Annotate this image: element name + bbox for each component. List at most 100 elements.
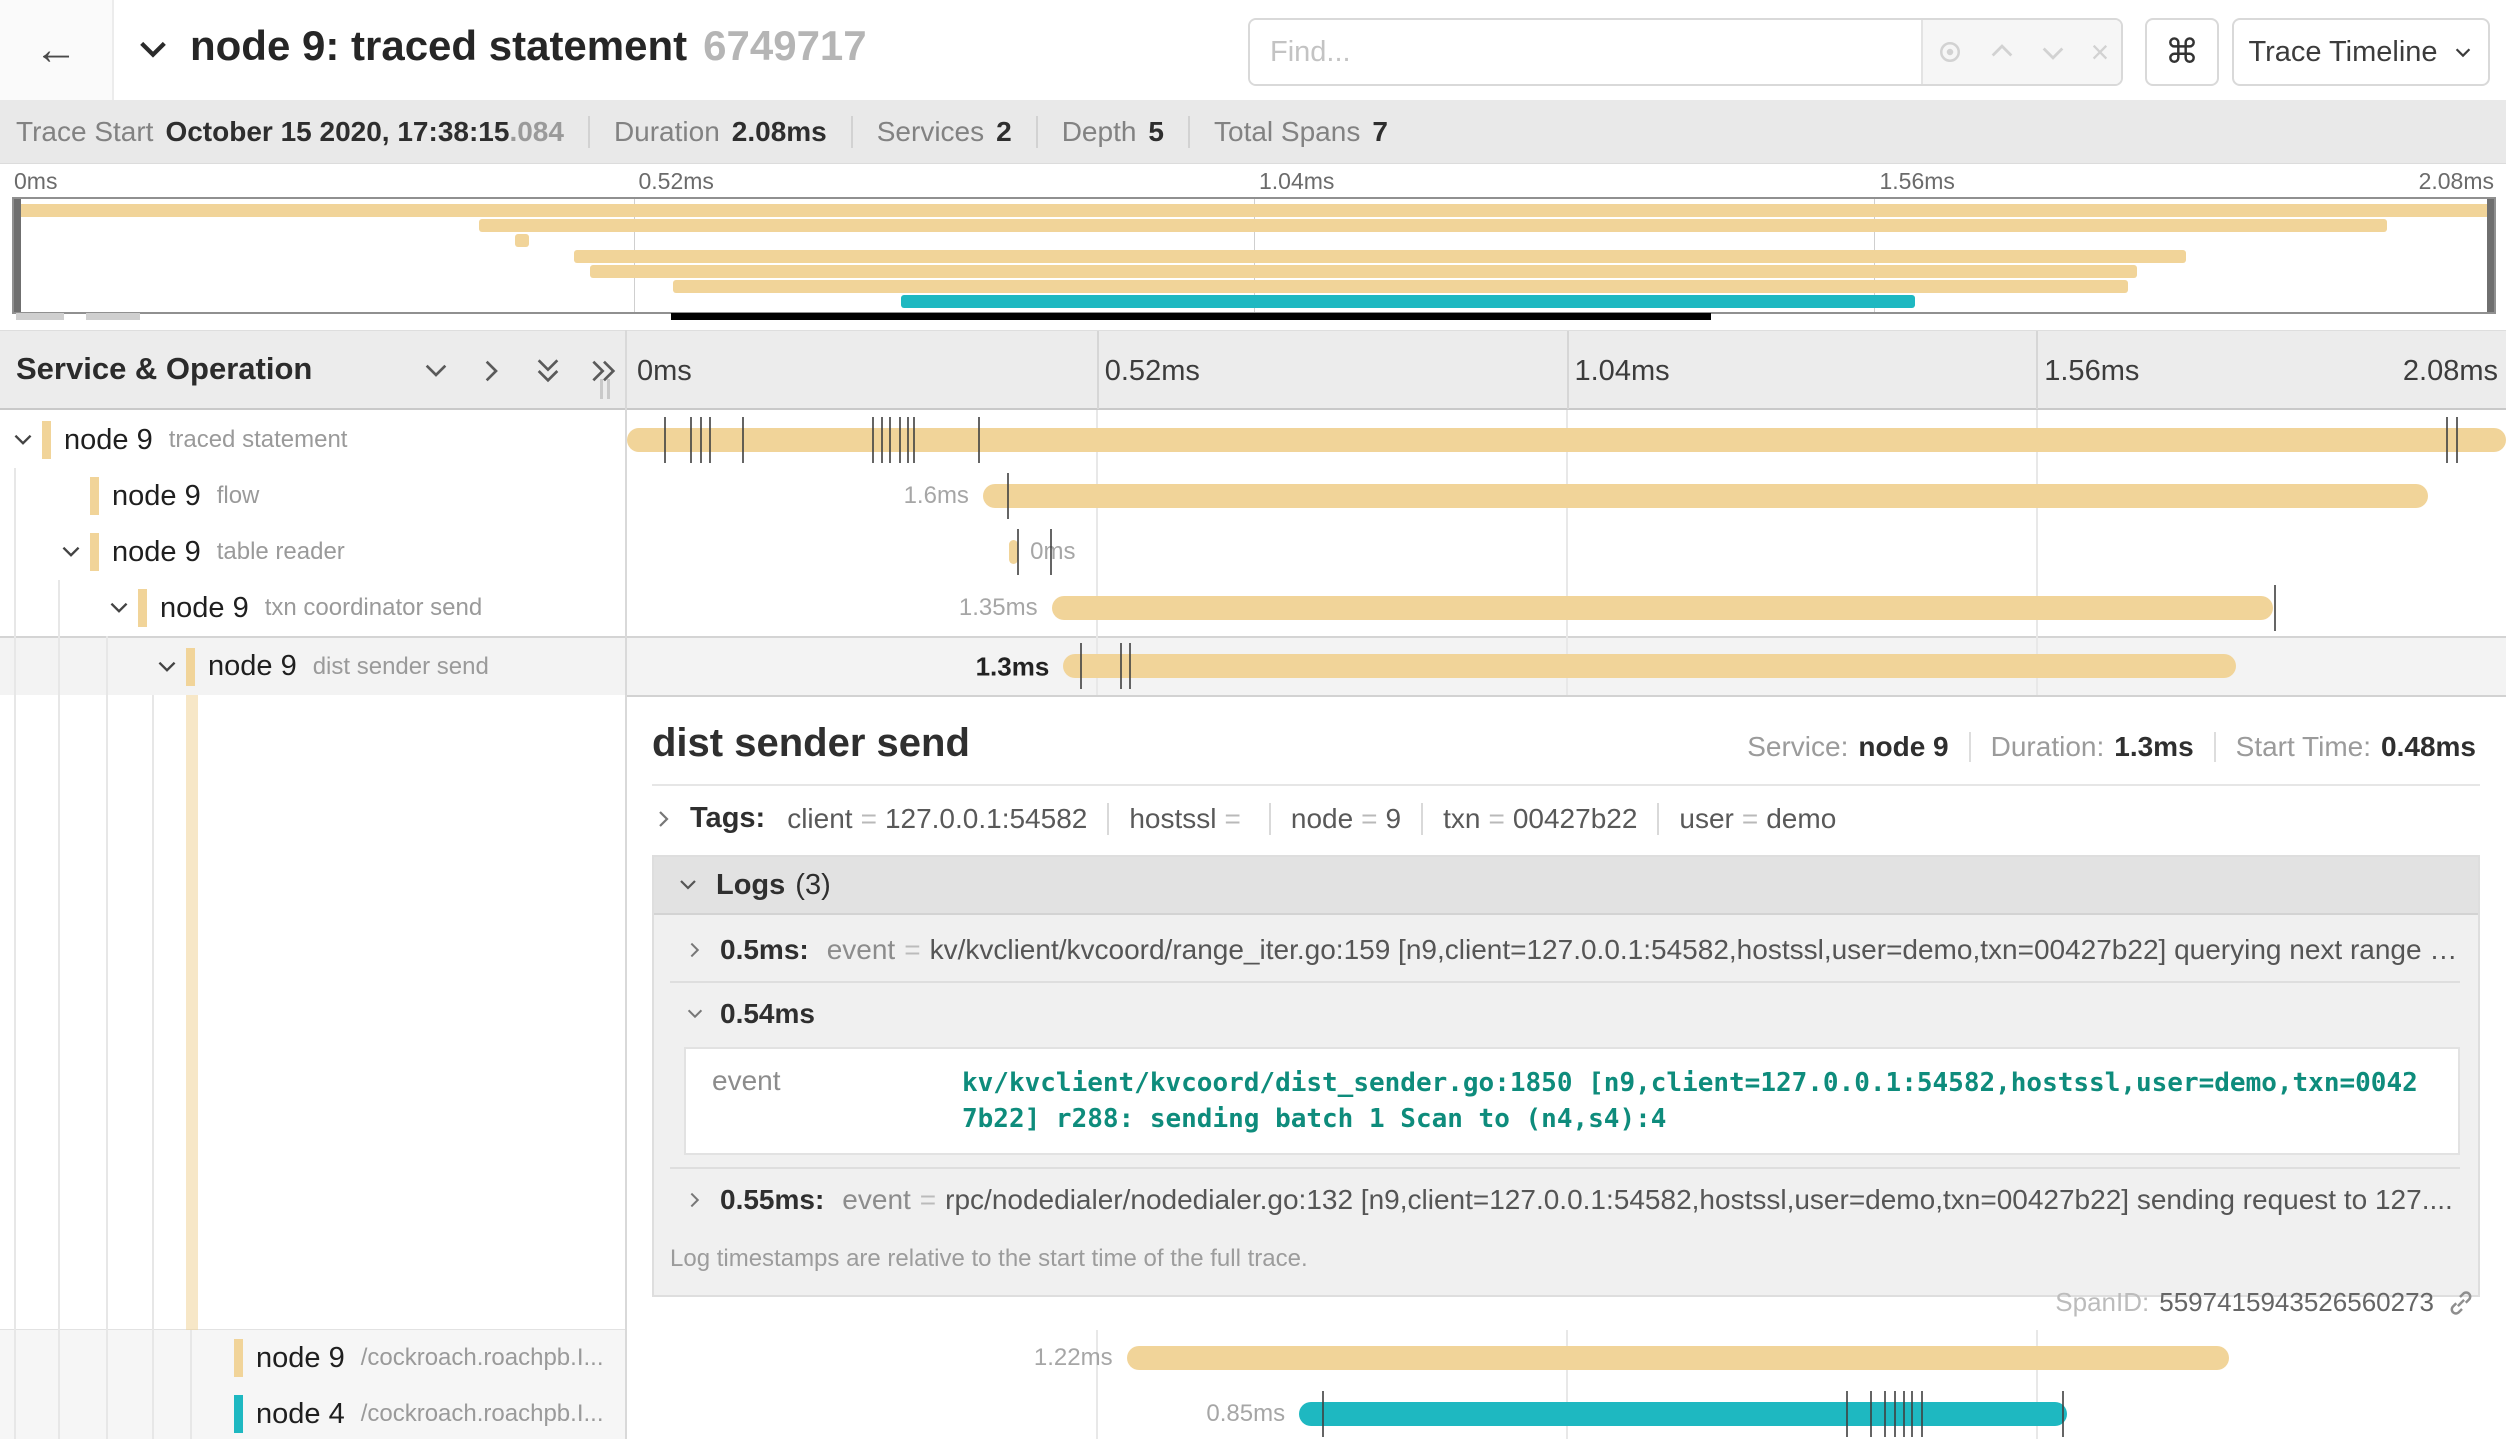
timeline-tick: 0ms <box>637 355 692 388</box>
chevron-down-icon[interactable] <box>154 654 180 680</box>
find-prev-icon[interactable] <box>1988 38 2016 66</box>
span-row-node9-rpc[interactable]: node 9 /cockroach.roachpb.I... 1.22ms <box>0 1330 2506 1386</box>
span-timeline[interactable]: 0ms <box>627 524 2506 580</box>
span-row-traced-statement[interactable]: node 9 traced statement <box>0 412 2506 468</box>
span-timeline[interactable]: 1.6ms <box>627 468 2506 524</box>
minimap-canvas[interactable] <box>12 197 2496 314</box>
span-timeline[interactable]: 1.35ms <box>627 580 2506 636</box>
indent-guide <box>106 636 108 1439</box>
minimap-scrollbar-thumb[interactable] <box>671 313 1711 320</box>
chevron-down-icon[interactable] <box>106 595 132 621</box>
log-marker <box>1017 529 1019 575</box>
back-button[interactable]: ← <box>0 0 114 100</box>
collapse-all-icon[interactable] <box>532 355 564 387</box>
trace-collapse-toggle[interactable] <box>136 32 170 66</box>
target-icon[interactable] <box>1935 37 1965 67</box>
span-timeline[interactable]: 0.85ms <box>627 1386 2506 1439</box>
divider <box>1657 803 1659 835</box>
link-icon[interactable] <box>2446 1288 2476 1318</box>
column-divider[interactable] <box>625 330 627 1439</box>
span-row-flow[interactable]: node 9 flow 1.6ms <box>0 468 2506 524</box>
log-marker <box>913 417 915 463</box>
span-timeline[interactable]: 1.22ms <box>627 1330 2506 1386</box>
log-value: kv/kvclient/kvcoord/dist_sender.go:1850 … <box>962 1065 2432 1137</box>
back-arrow-icon: ← <box>34 25 78 75</box>
log-marker <box>2446 417 2448 463</box>
logs-footnote: Log timestamps are relative to the start… <box>670 1245 2478 1273</box>
column-resize-handle[interactable] <box>600 379 610 399</box>
minimap-right-handle[interactable] <box>2487 199 2494 312</box>
operation-name: txn coordinator send <box>265 594 482 622</box>
chevron-down-icon[interactable] <box>58 539 84 565</box>
log-marker <box>978 417 980 463</box>
log-value: rpc/nodedialer/nodedialer.go:132 [n9,cli… <box>945 1184 2453 1216</box>
span-color-bar <box>186 648 195 686</box>
tag-user: user=demo <box>1679 803 1836 835</box>
equals-sign: = <box>920 1184 936 1216</box>
log-marker <box>2274 585 2276 631</box>
log-marker <box>1870 1391 1872 1437</box>
minimap-scroll-dash <box>86 313 140 320</box>
span-duration-label: 1.22ms <box>1034 1344 1113 1372</box>
span-timeline[interactable] <box>627 412 2506 468</box>
find-next-icon[interactable] <box>2039 38 2067 66</box>
divider <box>1107 803 1109 835</box>
span-bar[interactable] <box>1299 1402 2067 1426</box>
service-name: node 9 <box>112 480 201 513</box>
span-rows: node 9 traced statement node 9 flow 1.6m… <box>0 412 2506 695</box>
timeline-tick: 0.52ms <box>1105 355 1200 388</box>
log-marker <box>664 417 666 463</box>
find-bar: × <box>1248 18 2123 86</box>
span-bar[interactable] <box>1063 654 2236 678</box>
view-selector-button[interactable]: Trace Timeline <box>2232 18 2490 86</box>
timeline-tick: 1.04ms <box>1575 355 1670 388</box>
page-title: node 9: traced statement6749717 <box>190 22 867 70</box>
minimap-left-handle[interactable] <box>14 199 21 312</box>
timeline-tick-labels: 0ms 0.52ms 1.04ms 1.56ms 2.08ms <box>627 331 2506 409</box>
find-input[interactable] <box>1250 20 1921 84</box>
trace-start: Trace StartOctober 15 2020, 17:38:15.084 <box>16 116 564 148</box>
find-controls: × <box>1921 20 2121 84</box>
span-bar[interactable] <box>1127 1346 2229 1370</box>
log-marker <box>2062 1391 2064 1437</box>
span-row-node4-rpc[interactable]: node 4 /cockroach.roachpb.I... 0.85ms <box>0 1386 2506 1439</box>
span-bar[interactable] <box>983 484 2428 508</box>
log-entry-1[interactable]: 0.5ms: event = kv/kvclient/kvcoord/range… <box>654 919 2478 981</box>
span-bar[interactable] <box>1052 596 2273 620</box>
span-timeline[interactable]: 1.3ms <box>627 638 2506 695</box>
chevron-right-icon <box>652 807 676 831</box>
chevron-down-icon[interactable] <box>10 427 36 453</box>
span-row-dist-sender-send[interactable]: node 9 dist sender send 1.3ms <box>0 636 2506 695</box>
divider <box>652 784 2480 786</box>
logs-toggle-header[interactable]: Logs (3) <box>654 857 2478 915</box>
minimap-tick: 1.04ms <box>1259 168 1334 195</box>
log-marker <box>1050 529 1052 575</box>
span-detail-meta: Service: node 9 Duration: 1.3ms Start Ti… <box>1747 731 2480 763</box>
expand-one-icon[interactable] <box>476 355 508 387</box>
log-entry-2-header[interactable]: 0.54ms <box>654 983 2478 1045</box>
log-marker <box>899 417 901 463</box>
span-duration-label: 0.85ms <box>1206 1400 1285 1428</box>
trace-depth: Depth5 <box>1062 116 1164 148</box>
service-name: node 9 <box>256 1342 345 1375</box>
tags-toggle-row[interactable]: Tags: client=127.0.0.1:54582 hostssl= no… <box>652 802 2480 835</box>
find-clear-icon[interactable]: × <box>2091 34 2110 71</box>
collapse-one-icon[interactable] <box>420 355 452 387</box>
span-row-txn-coordinator-send[interactable]: node 9 txn coordinator send 1.35ms <box>0 580 2506 636</box>
log-entry-3[interactable]: 0.55ms: event = rpc/nodedialer/nodediale… <box>654 1169 2478 1231</box>
span-row-table-reader[interactable]: node 9 table reader 0ms <box>0 524 2506 580</box>
tag-client: client=127.0.0.1:54582 <box>787 803 1087 835</box>
operation-name: /cockroach.roachpb.I... <box>361 1344 604 1372</box>
view-selector-label: Trace Timeline <box>2248 36 2437 69</box>
service-name: node 9 <box>208 650 297 683</box>
span-color-bar <box>234 1339 243 1377</box>
divider <box>1036 116 1038 148</box>
log-marker <box>709 417 711 463</box>
operation-name: /cockroach.roachpb.I... <box>361 1400 604 1428</box>
service-label: Service: <box>1747 731 1848 763</box>
chevron-down-icon <box>676 873 700 897</box>
start-time-label: Start Time: <box>2236 731 2371 763</box>
keyboard-shortcuts-button[interactable]: ⌘ <box>2145 18 2219 86</box>
span-name-cell[interactable]: node 9 traced statement <box>0 412 690 468</box>
trace-view-page: ← node 9: traced statement6749717 × <box>0 0 2506 1439</box>
